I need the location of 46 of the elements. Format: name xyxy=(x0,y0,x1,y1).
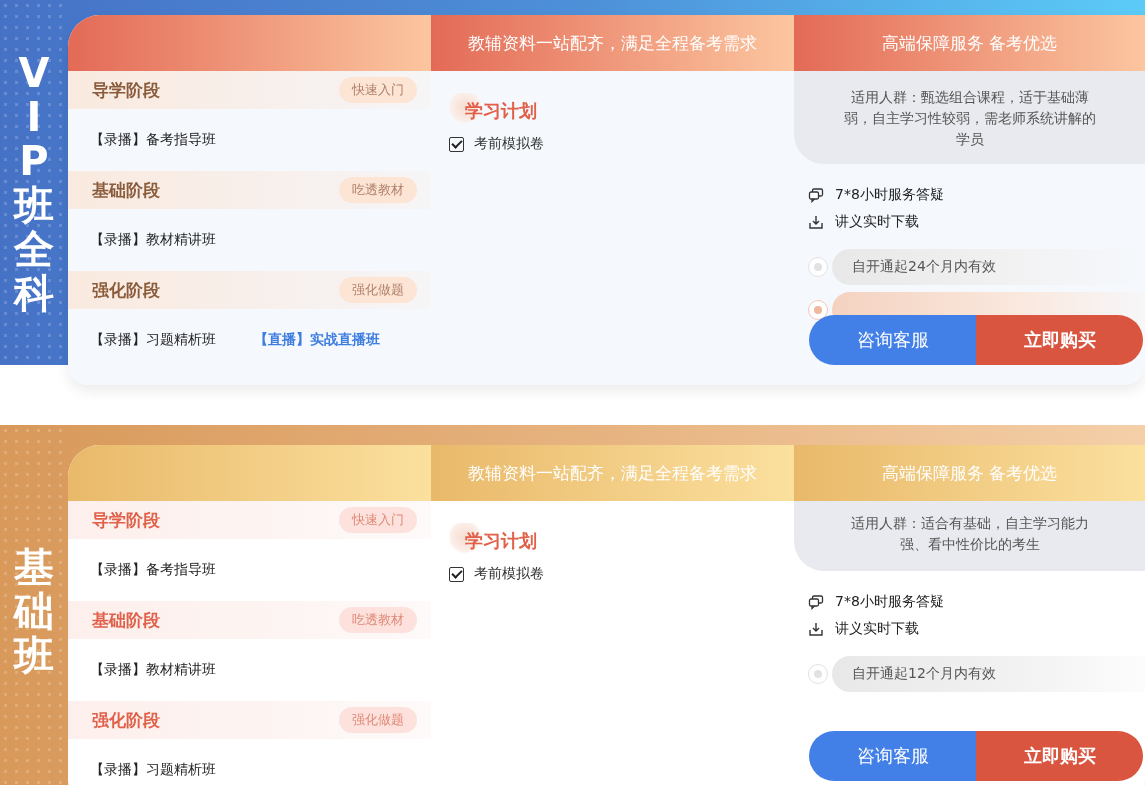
header-title: 高端保障服务 备考优选 xyxy=(794,445,1145,501)
stage-tag: 强化做题 xyxy=(339,277,417,303)
stage-tag: 快速入门 xyxy=(339,507,417,533)
service-label: 讲义实时下载 xyxy=(835,213,919,231)
radio-button[interactable] xyxy=(808,257,828,277)
stage-title: 强化阶段 xyxy=(92,278,160,302)
radio-button[interactable] xyxy=(808,664,828,684)
buy-button[interactable]: 立即购买 xyxy=(976,315,1143,365)
validity-option[interactable]: 自开通起24个月内有效 xyxy=(832,249,1145,285)
stage-tag: 吃透教材 xyxy=(339,177,417,203)
stage-tag: 强化做题 xyxy=(339,707,417,733)
stage-tag: 快速入门 xyxy=(339,77,417,103)
course-link[interactable]: 【直播】实战直播班 xyxy=(254,331,380,349)
course-name: 【录播】备考指导班 xyxy=(90,131,216,149)
audience-note: 适用人群：适合有基础，自主学习能力强、看中性价比的考生 xyxy=(794,501,1145,571)
header-title: 教辅资料一站配齐，满足全程备考需求 xyxy=(431,15,794,71)
course-title: 基础班 xyxy=(14,545,54,677)
service-label: 讲义实时下载 xyxy=(835,620,919,638)
course-name: 【录播】教材精讲班 xyxy=(90,231,216,249)
buy-button[interactable]: 立即购买 xyxy=(976,731,1143,781)
stage-title: 导学阶段 xyxy=(92,508,160,532)
validity-option[interactable]: 自开通起12个月内有效 xyxy=(832,656,1145,692)
radio-button[interactable] xyxy=(808,300,828,320)
chat-bubbles-icon xyxy=(808,187,824,203)
course-name: 【录播】习题精析班 xyxy=(90,331,216,349)
header-title: 教辅资料一站配齐，满足全程备考需求 xyxy=(431,445,794,501)
consult-button[interactable]: 咨询客服 xyxy=(809,731,976,781)
stage-title: 强化阶段 xyxy=(92,708,160,732)
stage-title: 基础阶段 xyxy=(92,178,160,202)
course-name: 【录播】教材精讲班 xyxy=(90,661,216,679)
course-name: 【录播】习题精析班 xyxy=(90,761,216,779)
plan-item-label: 考前模拟卷 xyxy=(474,135,544,153)
plan-item-label: 考前模拟卷 xyxy=(474,565,544,583)
stage-tag: 吃透教材 xyxy=(339,607,417,633)
audience-note: 适用人群：甄选组合课程，适于基础薄弱，自主学习性较弱，需老师系统讲解的学员 xyxy=(794,71,1145,164)
stage-title: 导学阶段 xyxy=(92,78,160,102)
course-name: 【录播】备考指导班 xyxy=(90,561,216,579)
download-icon xyxy=(808,214,824,230)
consult-button[interactable]: 咨询客服 xyxy=(809,315,976,365)
header-title: 高端保障服务 备考优选 xyxy=(794,15,1145,71)
chat-bubbles-icon xyxy=(808,594,824,610)
download-icon xyxy=(808,621,824,637)
course-title: VIP班全科 xyxy=(14,50,54,315)
service-label: 7*8小时服务答疑 xyxy=(835,593,944,611)
service-label: 7*8小时服务答疑 xyxy=(835,186,944,204)
stage-title: 基础阶段 xyxy=(92,608,160,632)
